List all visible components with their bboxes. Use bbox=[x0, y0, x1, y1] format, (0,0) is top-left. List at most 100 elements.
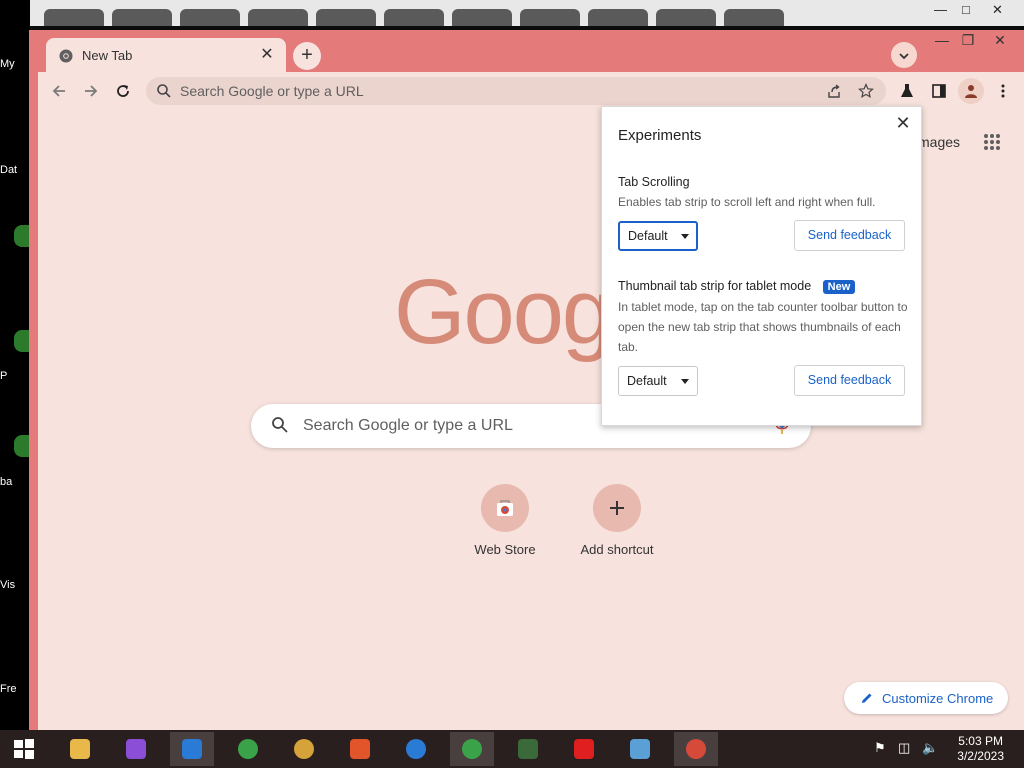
share-icon[interactable] bbox=[826, 83, 842, 99]
desktop-icon[interactable] bbox=[0, 225, 30, 247]
arrow-left-icon bbox=[52, 85, 65, 97]
shortcut-tile bbox=[593, 484, 641, 532]
send-feedback-button[interactable]: Send feedback bbox=[794, 365, 905, 396]
experiment-name: Thumbnail tab strip for tablet mode bbox=[618, 279, 812, 293]
tools-icon bbox=[182, 739, 202, 759]
experiments-dialog: Experiments ✕ Tab Scrolling Enables tab … bbox=[601, 106, 922, 426]
more-vert-icon bbox=[1001, 84, 1005, 98]
start-button[interactable] bbox=[2, 732, 46, 766]
volume-icon[interactable]: 🔈 bbox=[922, 740, 938, 756]
close-icon[interactable]: ✕ bbox=[987, 32, 1013, 49]
toolbar: Search Google or type a URL bbox=[38, 72, 1024, 110]
close-icon[interactable]: ✕ bbox=[893, 113, 913, 133]
clock[interactable]: 5:03 PM 3/2/2023 bbox=[957, 734, 1004, 764]
close-icon[interactable]: ✕ bbox=[992, 2, 1003, 18]
taskbar-app[interactable] bbox=[394, 732, 438, 766]
taskbar-app[interactable] bbox=[450, 732, 494, 766]
experiments-button[interactable] bbox=[894, 78, 920, 104]
taskbar-app[interactable] bbox=[114, 732, 158, 766]
taskbar-app[interactable] bbox=[562, 732, 606, 766]
back-button[interactable] bbox=[46, 78, 72, 104]
desktop-icon-label[interactable]: P bbox=[0, 370, 24, 382]
chrome-profile-icon bbox=[686, 739, 706, 759]
title-bar: New Tab ✕ + — ❐ ✕ bbox=[29, 30, 1024, 74]
chrome-canary-icon bbox=[294, 739, 314, 759]
flask-icon bbox=[901, 84, 913, 97]
experiment-state-select[interactable]: Default bbox=[618, 221, 698, 251]
background-tab[interactable] bbox=[248, 9, 308, 26]
search-icon bbox=[272, 417, 288, 433]
background-tab[interactable] bbox=[452, 9, 512, 26]
send-feedback-button[interactable]: Send feedback bbox=[794, 220, 905, 251]
add-shortcut-button[interactable]: Add shortcut bbox=[561, 484, 673, 557]
minimize-icon[interactable]: — bbox=[934, 2, 947, 17]
reload-button[interactable] bbox=[110, 78, 136, 104]
desktop-icon[interactable] bbox=[0, 435, 30, 457]
address-bar-placeholder: Search Google or type a URL bbox=[180, 83, 364, 99]
customize-chrome-button[interactable]: Customize Chrome bbox=[844, 682, 1008, 714]
pencil-icon bbox=[862, 693, 872, 703]
desktop-icon[interactable] bbox=[0, 330, 30, 352]
caret-down-icon bbox=[681, 234, 689, 239]
apps-grid-icon[interactable] bbox=[982, 132, 1002, 152]
experiment-state-select[interactable]: Default bbox=[618, 366, 698, 396]
taskbar-app[interactable] bbox=[226, 732, 270, 766]
taskbar-app[interactable] bbox=[338, 732, 382, 766]
minimize-icon[interactable]: — bbox=[929, 32, 955, 48]
taskbar-app[interactable] bbox=[170, 732, 214, 766]
flag-icon[interactable]: ⚑ bbox=[874, 740, 886, 756]
web-store-icon bbox=[497, 500, 513, 516]
arrow-right-icon bbox=[85, 85, 98, 97]
images-link[interactable]: mages bbox=[918, 134, 960, 150]
taskbar-app[interactable] bbox=[618, 732, 662, 766]
terminal-icon bbox=[518, 739, 538, 759]
new-badge: New bbox=[822, 280, 856, 294]
desktop-icon-label[interactable]: Dat bbox=[0, 164, 24, 176]
tab-new-tab[interactable]: New Tab ✕ bbox=[46, 38, 286, 74]
desktop-icon-label[interactable]: Fre bbox=[0, 683, 24, 695]
shortcut-web-store[interactable]: Web Store bbox=[449, 484, 561, 557]
background-tab[interactable] bbox=[520, 9, 580, 26]
side-panel-icon bbox=[932, 84, 946, 98]
taskbar: ⚑ ◫ 🔈 5:03 PM 3/2/2023 bbox=[0, 730, 1024, 768]
taskbar-app[interactable] bbox=[282, 732, 326, 766]
forward-button[interactable] bbox=[78, 78, 104, 104]
chrome-icon bbox=[59, 49, 73, 63]
desktop-icon-label[interactable]: Vis bbox=[0, 579, 24, 591]
address-bar[interactable]: Search Google or type a URL bbox=[146, 77, 886, 105]
profile-avatar[interactable] bbox=[958, 78, 984, 104]
taskbar-app[interactable] bbox=[58, 732, 102, 766]
background-tab[interactable] bbox=[180, 9, 240, 26]
background-tab[interactable] bbox=[588, 9, 648, 26]
side-panel-button[interactable] bbox=[926, 78, 952, 104]
chrome-dev-icon bbox=[462, 739, 482, 759]
network-icon[interactable]: ◫ bbox=[898, 740, 910, 756]
desktop-icon-label[interactable]: My bbox=[0, 58, 24, 70]
experiment-description: Enables tab strip to scroll left and rig… bbox=[618, 195, 876, 209]
background-tab[interactable] bbox=[112, 9, 172, 26]
background-window-tabstrip: — □ ✕ bbox=[30, 0, 1024, 26]
brave-icon bbox=[350, 739, 370, 759]
search-icon bbox=[157, 84, 171, 98]
background-tab[interactable] bbox=[44, 9, 104, 26]
background-tab[interactable] bbox=[656, 9, 716, 26]
restore-icon[interactable]: ❐ bbox=[955, 32, 981, 49]
maximize-icon[interactable]: □ bbox=[962, 2, 970, 17]
tab-search-button[interactable] bbox=[891, 42, 917, 68]
background-tab[interactable] bbox=[384, 9, 444, 26]
menu-button[interactable] bbox=[990, 78, 1016, 104]
paint-icon bbox=[630, 739, 650, 759]
star-icon[interactable] bbox=[858, 83, 874, 99]
select-value: Default bbox=[627, 374, 667, 388]
new-tab-button[interactable]: + bbox=[293, 42, 321, 70]
background-tab[interactable] bbox=[724, 9, 784, 26]
experiment-name: Tab Scrolling bbox=[618, 175, 690, 189]
google-logo: Goog bbox=[394, 261, 613, 363]
tab-title: New Tab bbox=[82, 48, 133, 63]
taskbar-app[interactable] bbox=[506, 732, 550, 766]
tab-close-icon[interactable]: ✕ bbox=[258, 46, 276, 64]
background-tab[interactable] bbox=[316, 9, 376, 26]
dialog-title: Experiments bbox=[618, 127, 702, 144]
taskbar-app[interactable] bbox=[674, 732, 718, 766]
desktop-icon-label[interactable]: ba bbox=[0, 476, 24, 488]
